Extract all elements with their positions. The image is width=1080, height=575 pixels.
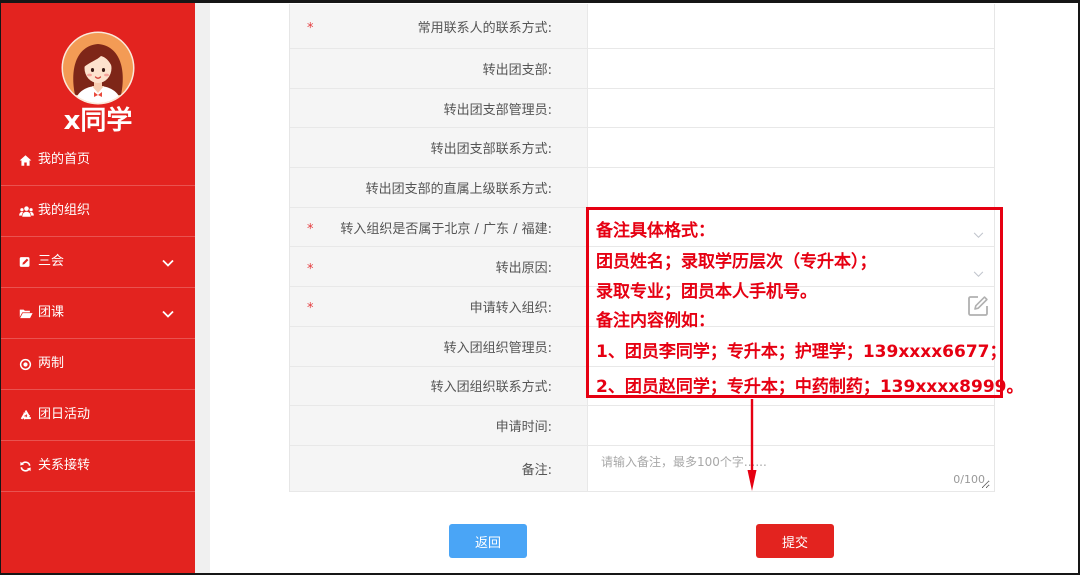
transfer-out-branch-contact-cell: [587, 128, 994, 168]
sidebar-item-label: 我的首页: [38, 152, 91, 167]
field-label-cell: 备注:: [290, 445, 587, 491]
sidebar-item-league-class[interactable]: 团课: [1, 288, 195, 339]
app-window: x同学 我的首页 我的组织 三会 团课 两制 团日活动 关系接转 * 常用联系人…: [0, 0, 1080, 575]
apply-time-input[interactable]: [588, 406, 994, 445]
field-label: 转出团支部管理员:: [443, 102, 552, 118]
field-label-cell: * 申请转入组织:: [290, 287, 587, 326]
sidebar-menu: 我的首页 我的组织 三会 团课 两制 团日活动 关系接转: [1, 135, 195, 492]
window-frame-left: [0, 0, 1, 575]
annotation-box: 备注具体格式： 团员姓名；录取学历层次（专升本）； 录取专业；团员本人手机号。 …: [586, 207, 1024, 398]
field-label: 转入团组织管理员:: [443, 340, 552, 356]
annotation-line: 1、团员李同学；专升本；护理学；139xxxx6677；: [596, 342, 1007, 362]
apply-time-cell: [587, 406, 994, 445]
sidebar-item-league-day-activity[interactable]: 团日活动: [1, 390, 195, 441]
users-icon: [19, 204, 35, 218]
common-contact-row: * 常用联系人的联系方式:: [290, 4, 994, 49]
common-contact-cell: [587, 4, 994, 48]
transfer-out-branch-admin-row: 转出团支部管理员:: [290, 88, 994, 129]
arrow-down-icon: [747, 399, 757, 491]
field-label-cell: 转出团支部联系方式:: [290, 128, 587, 168]
field-label-cell: * 转入组织是否属于北京 / 广东 / 福建:: [290, 207, 587, 247]
recycle-icon: [19, 408, 35, 422]
required-mark: *: [307, 222, 314, 238]
field-label: 转出团支部:: [482, 62, 552, 78]
field-label: 转入团组织联系方式:: [430, 380, 552, 396]
required-mark: *: [307, 21, 314, 36]
transfer-out-superior-contact-row: 转出团支部的直属上级联系方式:: [290, 168, 994, 208]
field-label: 常用联系人的联系方式:: [417, 20, 552, 36]
field-label-cell: * 转出原因:: [290, 247, 587, 287]
home-icon: [19, 153, 35, 167]
folder-open-icon: [19, 306, 35, 320]
char-counter: 0/100: [953, 472, 985, 486]
back-button[interactable]: 返回: [449, 524, 527, 558]
field-label: 申请转入组织:: [469, 300, 552, 316]
field-label-cell: 转入团组织联系方式:: [290, 366, 587, 406]
required-mark: *: [307, 301, 314, 317]
transfer-out-branch-admin-cell: [587, 88, 994, 128]
field-label-cell: 转出团支部:: [290, 49, 587, 88]
annotation-line: 备注具体格式：: [596, 221, 715, 241]
field-label-cell: 申请时间:: [290, 406, 587, 445]
field-label-cell: 转入团组织管理员:: [290, 326, 587, 366]
annotation-line: 录取专业；团员本人手机号。: [596, 282, 817, 302]
content-gutter: [195, 3, 210, 573]
sidebar-item-two-systems[interactable]: 两制: [1, 339, 195, 390]
field-label: 转出原因:: [495, 261, 552, 277]
transfer-out-branch-contact-input[interactable]: [588, 128, 994, 168]
transfer-out-branch-cell: [587, 49, 994, 88]
field-label: 申请时间:: [495, 420, 552, 436]
required-mark: *: [307, 261, 314, 277]
girl-avatar-icon: [61, 31, 135, 105]
field-label: 转出团支部联系方式:: [430, 142, 552, 158]
transfer-out-branch-input[interactable]: [588, 49, 994, 88]
transfer-out-branch-admin-input[interactable]: [588, 88, 994, 128]
transfer-out-branch-row: 转出团支部:: [290, 49, 994, 89]
sidebar: x同学 我的首页 我的组织 三会 团课 两制 团日活动 关系接转: [1, 3, 195, 573]
sidebar-item-label: 三会: [38, 254, 65, 269]
sidebar-item-label: 团日活动: [38, 407, 91, 422]
sidebar-item-my-organization[interactable]: 我的组织: [1, 186, 195, 237]
common-contact-input[interactable]: [588, 4, 994, 48]
sidebar-item-three-meetings[interactable]: 三会: [1, 237, 195, 288]
annotation-line: 2、团员赵同学；专升本；中药制药；139xxxx8999。: [596, 377, 1024, 397]
edit-icon: [19, 255, 35, 269]
dot-circle-icon: [19, 357, 35, 371]
sidebar-item-relation-transfer[interactable]: 关系接转: [1, 441, 195, 492]
annotation-line: 备注内容例如：: [596, 311, 715, 331]
refresh-icon: [19, 459, 35, 473]
window-frame-top: [0, 0, 1080, 3]
remark-cell: 0/100: [587, 445, 994, 491]
sidebar-item-home[interactable]: 我的首页: [1, 135, 195, 186]
annotation-line: 团员姓名；录取学历层次（专升本）；: [596, 252, 877, 272]
submit-button[interactable]: 提交: [756, 524, 834, 558]
sidebar-item-label: 关系接转: [38, 458, 91, 473]
chevron-down-icon[interactable]: [161, 255, 175, 269]
user-avatar[interactable]: [61, 31, 135, 105]
chevron-down-icon[interactable]: [161, 306, 175, 320]
remark-textarea[interactable]: [592, 448, 990, 489]
sidebar-item-label: 两制: [38, 356, 65, 371]
transfer-out-superior-contact-cell: [587, 168, 994, 207]
transfer-out-branch-contact-row: 转出团支部联系方式:: [290, 128, 994, 169]
field-label-cell: 转出团支部的直属上级联系方式:: [290, 168, 587, 207]
field-label-cell: 转出团支部管理员:: [290, 88, 587, 128]
field-label: 备注:: [521, 462, 552, 478]
field-label: 转出团支部的直属上级联系方式:: [365, 181, 552, 197]
sidebar-item-label: 团课: [38, 305, 65, 320]
field-label: 转入组织是否属于北京 / 广东 / 福建:: [340, 221, 552, 237]
sidebar-item-label: 我的组织: [38, 203, 91, 218]
user-name: x同学: [63, 106, 133, 136]
transfer-out-superior-contact-input[interactable]: [588, 168, 994, 207]
remark-row: 备注: 0/100: [290, 445, 994, 492]
apply-time-row: 申请时间:: [290, 406, 994, 446]
field-label-cell: * 常用联系人的联系方式:: [290, 4, 587, 48]
